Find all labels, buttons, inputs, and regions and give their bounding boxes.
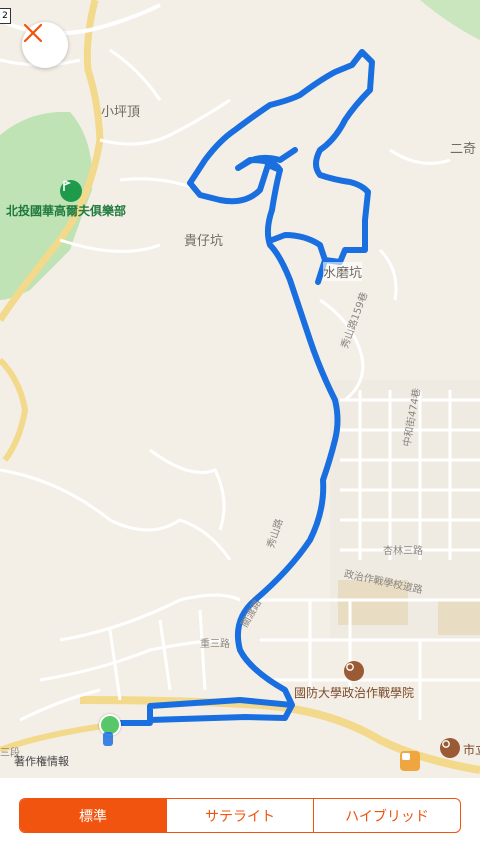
label-xinglin-road: 杏林三路	[383, 546, 423, 557]
label-national-univ: 國防大學政治作戰學院	[294, 686, 415, 700]
label-shuimokeng: 水磨坑	[323, 262, 363, 281]
copyright-link[interactable]: 著作権情報	[14, 753, 69, 769]
map-type-standard[interactable]: 標準	[20, 799, 167, 832]
label-city: 市立	[463, 743, 480, 757]
map-type-hybrid[interactable]: ハイブリッド	[314, 799, 460, 832]
label-golf-club: 北投國華高爾夫俱樂部	[6, 204, 127, 218]
road-west-lower	[0, 357, 29, 462]
map-type-bar: 標準 サテライト ハイブリッド	[0, 778, 480, 854]
map-type-segmented-control: 標準 サテライト ハイブリッド	[19, 798, 461, 833]
park-area	[420, 0, 480, 40]
label-xiaopingding: 小坪頂	[101, 105, 141, 120]
map-type-satellite[interactable]: サテライト	[167, 799, 314, 832]
walker-icon	[103, 732, 113, 746]
close-button[interactable]	[22, 22, 68, 68]
corner-badge: 2	[0, 8, 11, 24]
school-icon	[344, 661, 364, 681]
bus-icon	[400, 751, 420, 771]
map-view[interactable]: 小坪頂 北投國華高爾夫俱樂部 貴仔坑 水磨坑 二奇 秀山路159巷 中和街474…	[0, 0, 480, 778]
label-erqi: 二奇	[450, 142, 477, 157]
golf-icon	[60, 180, 82, 202]
campus-area-2	[438, 600, 480, 635]
city-school-icon	[440, 738, 460, 758]
label-guizaikeng: 貴仔坑	[184, 234, 224, 249]
close-icon	[23, 23, 43, 43]
label-zhongsan-road: 重三路	[200, 639, 230, 650]
